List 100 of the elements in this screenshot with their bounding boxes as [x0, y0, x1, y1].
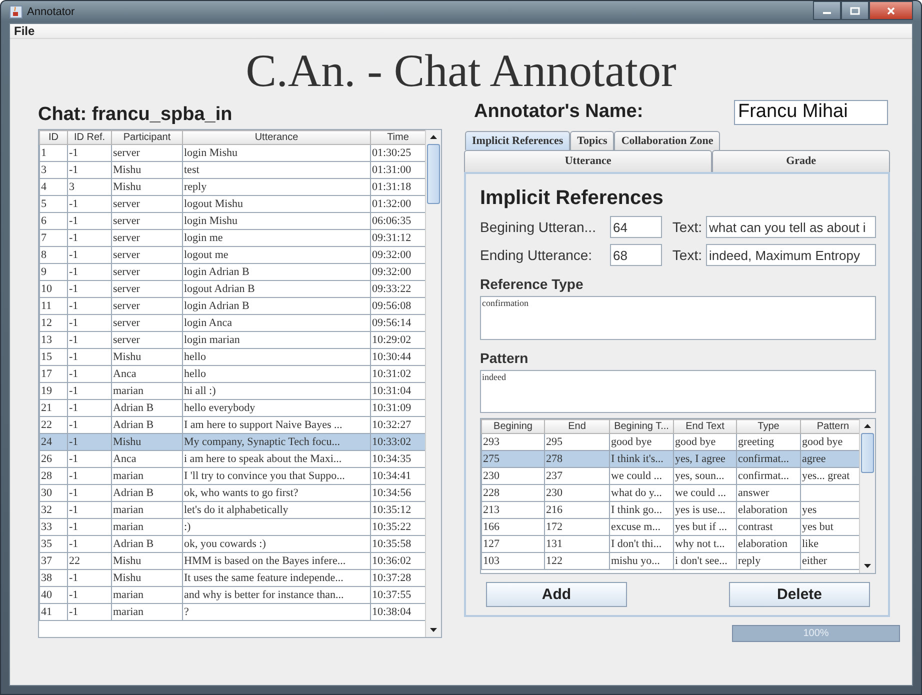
table-cell: 230 [482, 468, 544, 485]
table-cell: confirmat... [736, 450, 800, 468]
down-arrow-icon[interactable] [430, 628, 437, 632]
table-cell: 230 [544, 484, 610, 502]
table-row[interactable]: 13 -1 server login marian 10:29:02 [40, 332, 425, 348]
column-header[interactable]: Participant [112, 130, 182, 144]
table-row[interactable]: 11 -1 server login Adrian B 09:56:08 [40, 298, 425, 314]
menu-item[interactable]: File [14, 24, 35, 38]
table-row[interactable]: 9 -1 server login Adrian B 09:32:00 [40, 264, 425, 280]
table-cell: marian [112, 468, 182, 484]
table-row[interactable]: 41 -1 marian ? 10:38:04 [40, 604, 425, 620]
table-cell: -1 [68, 586, 112, 604]
column-header[interactable]: Utterance [182, 130, 370, 144]
table-cell: Mishu [112, 570, 182, 586]
maximize-button[interactable] [841, 1, 869, 20]
table-row[interactable]: 6 -1 server login Mishu 06:06:35 [40, 212, 425, 230]
scroll-thumb[interactable] [861, 433, 874, 474]
column-header[interactable]: Type [736, 420, 800, 434]
table-cell: excuse m... [610, 518, 674, 536]
table-row[interactable]: 12 -1 server login Anca 09:56:14 [40, 314, 425, 332]
table-cell: we could ... [610, 468, 674, 485]
table-row[interactable]: 275 278 I think it's... yes, I agree confirmat... agree [482, 450, 859, 468]
tab[interactable]: Utterance [464, 150, 712, 172]
table-row[interactable]: 17 -1 Anca hello 10:31:02 [40, 366, 425, 382]
table-cell: server [112, 212, 182, 230]
up-arrow-icon[interactable] [864, 424, 871, 428]
text-area[interactable]: indeed [480, 370, 876, 414]
table-cell: 216 [544, 502, 610, 519]
table-row[interactable]: 37 22 Mishu HMM is based on the Bayes infere... 10:36:02 [40, 552, 425, 570]
table-cell: Mishu [112, 348, 182, 366]
table-cell: 172 [544, 518, 610, 536]
up-arrow-icon[interactable] [430, 135, 437, 139]
tab[interactable]: Grade [712, 150, 890, 172]
down-arrow-icon[interactable] [864, 564, 871, 568]
column-header[interactable]: Begining T... [610, 420, 674, 434]
action-button[interactable]: Delete [729, 582, 870, 607]
table-cell: login marian [182, 332, 370, 348]
close-button[interactable] [869, 1, 913, 20]
text-field[interactable]: what can you tell as about i [706, 216, 876, 238]
table-cell: 24 [40, 434, 68, 450]
table-cell: login me [182, 230, 370, 246]
table-row[interactable]: 30 -1 Adrian B ok, who wants to go first? 10:34:56 [40, 484, 425, 502]
tab[interactable]: Collaboration Zone [614, 131, 720, 150]
text-field[interactable]: indeed, Maximum Entropy [706, 244, 876, 266]
table-row[interactable]: 21 -1 Adrian B hello everybody 10:31:09 [40, 400, 425, 416]
tab[interactable]: Implicit References [465, 131, 570, 150]
table-cell: why not t... [674, 536, 736, 553]
table-row[interactable]: 24 -1 Mishu My company, Synaptic Tech focu... 10:33:02 [40, 434, 425, 450]
minimize-button[interactable] [813, 1, 841, 20]
table-row[interactable]: 35 -1 Adrian B ok, you cowards :) 10:35:58 [40, 536, 425, 552]
column-header[interactable]: End Text [674, 420, 736, 434]
table-cell: 166 [482, 518, 544, 536]
maximize-icon [850, 6, 860, 14]
column-header[interactable]: Pattern [800, 420, 859, 434]
table-cell: server [112, 196, 182, 212]
column-header[interactable]: Time [370, 130, 425, 144]
column-header[interactable]: ID Ref. [68, 130, 112, 144]
text-area[interactable]: confirmation [480, 296, 876, 340]
table-cell: marian [112, 502, 182, 518]
table-row[interactable]: 15 -1 Mishu hello 10:30:44 [40, 348, 425, 366]
table-cell: server [112, 314, 182, 332]
table-row[interactable]: 33 -1 marian :) 10:35:22 [40, 518, 425, 536]
name-field[interactable]: Francu Mihai [734, 100, 888, 124]
table-cell: ok, you cowards :) [182, 536, 370, 552]
column-header[interactable]: Begining [482, 420, 544, 434]
action-button[interactable]: Add [486, 582, 627, 607]
table-row[interactable]: 7 -1 server login me 09:31:12 [40, 230, 425, 246]
table-row[interactable]: 3 -1 Mishu test 01:31:00 [40, 162, 425, 178]
field-label: Begining Utteran... [480, 219, 597, 235]
table-cell: -1 [68, 314, 112, 332]
table-row[interactable]: 38 -1 Mishu It uses the same feature independe... 10:37:28 [40, 570, 425, 586]
table-row[interactable]: 1 -1 server login Mishu 01:30:25 [40, 144, 425, 162]
table-cell: ? [182, 604, 370, 620]
table-row[interactable]: 28 -1 marian I 'll try to convince you that Suppo... 10:34:41 [40, 468, 425, 484]
scrollbar[interactable] [859, 419, 875, 573]
table-cell: I think go... [610, 502, 674, 519]
table-cell: 28 [40, 468, 68, 484]
column-header[interactable]: End [544, 420, 610, 434]
table-row[interactable]: 19 -1 marian hi all :) 10:31:04 [40, 382, 425, 400]
table-row[interactable]: 4 3 Mishu reply 01:31:18 [40, 178, 425, 196]
table-cell: server [112, 280, 182, 298]
scroll-thumb[interactable] [427, 144, 440, 204]
number-field[interactable]: 64 [610, 216, 662, 238]
table-row[interactable]: 10 -1 server logout Adrian B 09:33:22 [40, 280, 425, 298]
panel-heading: Implicit References [480, 186, 664, 211]
progress-text: 100% [802, 627, 830, 641]
table-row[interactable]: 40 -1 marian and why is better for instance than... 10:37:55 [40, 586, 425, 604]
table-cell: 10:33:02 [370, 434, 425, 450]
table-row[interactable]: 26 -1 Anca i am here to speak about the Maxi... 10:34:35 [40, 450, 425, 468]
column-header[interactable]: ID [40, 130, 68, 144]
table-cell: and why is better for instance than... [182, 586, 370, 604]
tab[interactable]: Topics [570, 131, 614, 150]
table-cell: -1 [68, 212, 112, 230]
table-row[interactable]: 5 -1 server logout Mishu 01:32:00 [40, 196, 425, 212]
table-row[interactable]: 8 -1 server logout me 09:32:00 [40, 246, 425, 264]
table-row[interactable]: 32 -1 marian let's do it alphabetically 10:35:12 [40, 502, 425, 518]
scrollbar[interactable] [425, 130, 441, 637]
number-field[interactable]: 68 [610, 244, 662, 266]
table-cell: mishu yo... [610, 552, 674, 570]
table-cell: contrast [736, 518, 800, 536]
